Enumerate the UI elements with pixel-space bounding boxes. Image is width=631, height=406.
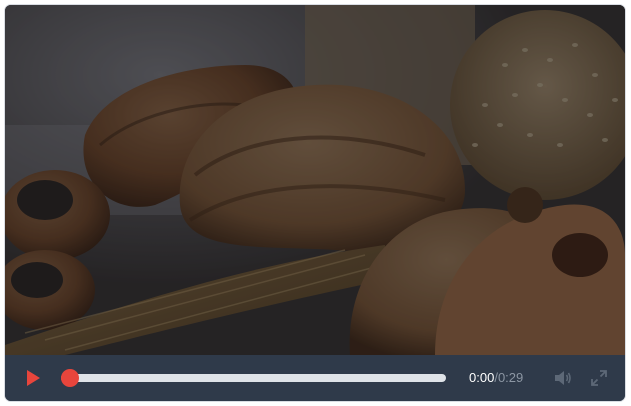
fullscreen-button[interactable] [591,370,607,386]
seek-handle[interactable] [61,369,79,387]
volume-icon [555,371,571,385]
fullscreen-icon [591,370,607,386]
play-icon [27,370,40,386]
volume-button[interactable] [554,370,572,386]
seek-track [61,374,446,382]
video-player: 0:00/0:29 [5,5,625,401]
video-overlay [5,5,625,355]
time-display: 0:00/0:29 [469,370,523,386]
duration: 0:29 [497,370,524,385]
current-time: 0:00 [469,370,495,385]
video-frame[interactable] [5,5,625,355]
control-bar: 0:00/0:29 [5,355,625,401]
seek-bar[interactable] [61,369,446,387]
play-button[interactable] [21,366,45,390]
